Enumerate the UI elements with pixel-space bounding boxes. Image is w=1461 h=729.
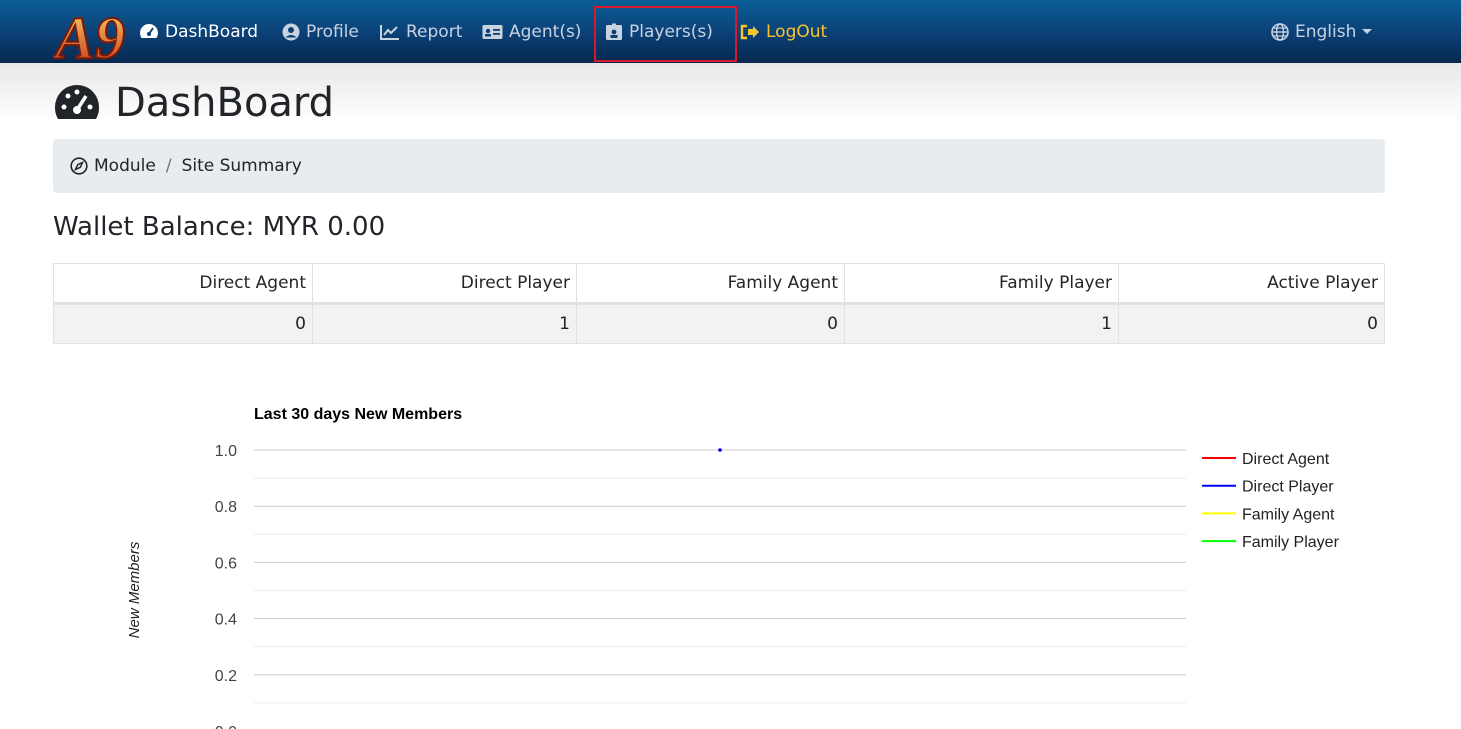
legend-label: Family Player <box>1242 534 1340 551</box>
nav-report[interactable]: Report <box>380 0 462 63</box>
data-point <box>718 448 722 452</box>
compass-icon <box>70 157 88 175</box>
summary-table: Direct Agent Direct Player Family Agent … <box>53 263 1385 344</box>
y-tick-label: 1.0 <box>215 443 237 460</box>
language-dropdown[interactable]: English <box>1271 0 1373 63</box>
nav-agents[interactable]: Agent(s) <box>482 0 581 63</box>
nav-logout[interactable]: LogOut <box>740 0 827 63</box>
legend-label: Direct Agent <box>1242 451 1330 468</box>
chart-ylabel: New Members <box>126 541 143 638</box>
breadcrumb: Module / Site Summary <box>53 139 1385 193</box>
new-members-chart: Last 30 days New Members New Members 1.0… <box>126 406 1340 729</box>
tachometer-icon <box>54 85 100 119</box>
chart-title: Last 30 days New Members <box>254 406 462 423</box>
sign-out-icon <box>740 24 759 39</box>
table-header-row: Direct Agent Direct Player Family Agent … <box>53 263 1385 305</box>
y-tick-label: 0.0 <box>215 724 237 729</box>
legend-label: Family Agent <box>1242 506 1335 523</box>
wallet-balance: Wallet Balance: MYR 0.00 <box>53 212 386 242</box>
tachometer-icon <box>139 23 159 38</box>
y-tick-label: 0.8 <box>215 499 237 516</box>
nav-profile-label: Profile <box>306 21 359 42</box>
top-navbar: A9 DashBoard Profile Report Agent(s) Pla… <box>0 0 1461 63</box>
cell-direct-player: 1 <box>312 303 577 344</box>
page-title: DashBoard <box>53 78 334 128</box>
cell-family-agent: 0 <box>576 303 845 344</box>
nav-dashboard[interactable]: DashBoard <box>139 0 258 63</box>
logo-text: A9 <box>53 5 125 63</box>
legend-label: Direct Player <box>1242 479 1334 496</box>
cell-active-player: 0 <box>1118 303 1385 344</box>
brand-logo[interactable]: A9 <box>53 0 131 63</box>
header-direct-player: Direct Player <box>312 263 577 305</box>
nav-profile[interactable]: Profile <box>282 0 359 63</box>
nav-dashboard-label: DashBoard <box>165 21 259 42</box>
page-title-text: DashBoard <box>115 80 335 126</box>
caret-down-icon <box>1362 29 1373 34</box>
header-direct-agent: Direct Agent <box>53 263 313 305</box>
players-highlight-box <box>594 6 737 62</box>
breadcrumb-module[interactable]: Module <box>94 156 156 176</box>
chart-y-ticks: 1.0 0.8 0.6 0.4 0.2 0.0 <box>215 443 237 729</box>
chart-gridlines <box>254 449 1186 704</box>
globe-icon <box>1271 22 1289 41</box>
id-card-icon <box>482 24 503 39</box>
table-row: 0 1 0 1 0 <box>53 303 1385 344</box>
chart-line-icon <box>380 24 399 40</box>
chart-legend: Direct Agent Direct Player Family Agent Fam… <box>1202 451 1340 551</box>
y-tick-label: 0.2 <box>215 668 237 685</box>
user-circle-icon <box>282 23 300 40</box>
cell-family-player: 1 <box>844 303 1119 344</box>
y-tick-label: 0.6 <box>215 555 237 572</box>
language-label: English <box>1295 21 1357 42</box>
header-family-player: Family Player <box>844 263 1119 305</box>
breadcrumb-site-summary: Site Summary <box>181 156 302 176</box>
nav-logout-label: LogOut <box>766 21 828 42</box>
nav-agents-label: Agent(s) <box>509 21 582 42</box>
cell-direct-agent: 0 <box>53 303 313 344</box>
header-active-player: Active Player <box>1118 263 1385 305</box>
breadcrumb-separator: / <box>165 156 172 176</box>
y-tick-label: 0.4 <box>215 612 237 629</box>
nav-report-label: Report <box>406 21 463 42</box>
header-family-agent: Family Agent <box>576 263 845 305</box>
chart-series <box>718 448 722 452</box>
